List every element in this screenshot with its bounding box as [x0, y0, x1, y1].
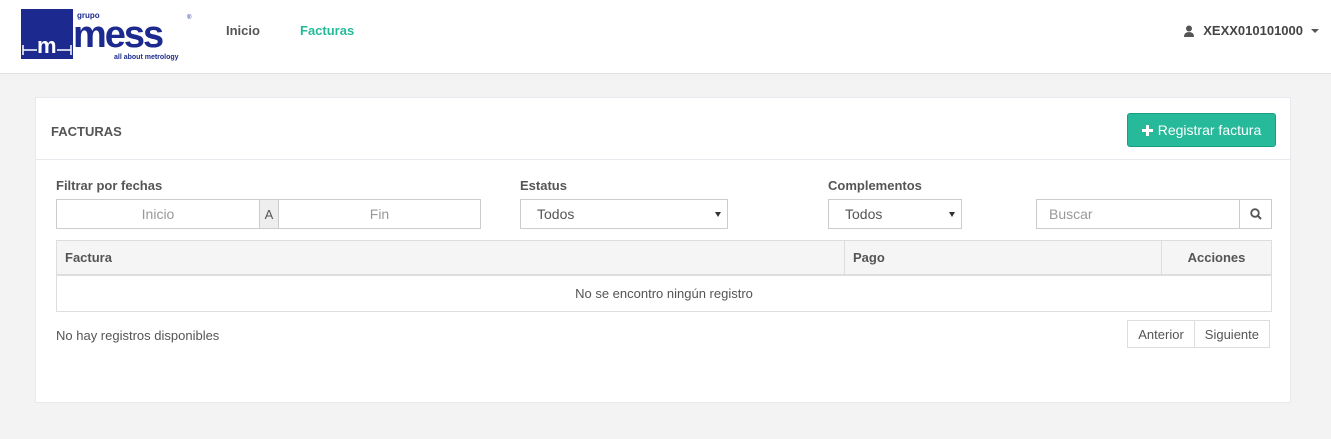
complements-select-value: Todos: [845, 206, 883, 222]
pagination: Anterior Siguiente: [1127, 320, 1270, 348]
company-logo[interactable]: m grupo mess ® all about metrology: [21, 9, 193, 61]
date-end-input[interactable]: Fin: [279, 200, 480, 228]
status-select-value: Todos: [537, 206, 575, 222]
complements-label: Complementos: [828, 178, 922, 193]
panel-title: FACTURAS: [51, 124, 122, 139]
select-arrow-icon: [715, 212, 721, 217]
svg-text:m: m: [37, 33, 57, 58]
nav-facturas[interactable]: Facturas: [300, 23, 354, 38]
table-header: Factura Pago Acciones: [57, 241, 1271, 276]
next-page-button[interactable]: Siguiente: [1194, 320, 1270, 348]
search-icon: [1249, 208, 1262, 220]
empty-table-message: No se encontro ningún registro: [575, 286, 753, 301]
date-range-filter: Inicio A Fin: [56, 199, 481, 229]
divider: [36, 159, 1290, 160]
column-factura[interactable]: Factura: [57, 241, 845, 274]
svg-text:®: ®: [187, 14, 192, 21]
chevron-down-icon: [1311, 28, 1319, 33]
search-button[interactable]: [1239, 200, 1271, 228]
complements-select[interactable]: Todos: [828, 199, 962, 229]
date-start-input[interactable]: Inicio: [57, 200, 259, 228]
records-info: No hay registros disponibles: [56, 328, 220, 343]
user-name: XEXX010101000: [1203, 23, 1303, 38]
register-invoice-button[interactable]: Registrar factura: [1127, 113, 1276, 147]
user-icon: [1184, 25, 1195, 37]
search-box: Buscar: [1036, 199, 1272, 229]
status-label: Estatus: [520, 178, 567, 193]
user-menu[interactable]: XEXX010101000: [1183, 23, 1319, 38]
nav-inicio[interactable]: Inicio: [226, 23, 260, 38]
date-separator: A: [259, 200, 279, 228]
plus-icon: [1141, 124, 1153, 136]
status-select[interactable]: Todos: [520, 199, 728, 229]
date-filter-label: Filtrar por fechas: [56, 178, 163, 193]
register-invoice-label: Registrar factura: [1157, 122, 1262, 138]
column-acciones: Acciones: [1187, 250, 1246, 265]
svg-text:all about metrology: all about metrology: [114, 54, 179, 61]
invoices-table: Factura Pago Acciones No se encontro nin…: [56, 240, 1272, 312]
previous-page-button[interactable]: Anterior: [1127, 320, 1195, 348]
facturas-panel: FACTURAS Registrar factura Filtrar por f…: [35, 97, 1291, 403]
column-pago[interactable]: Pago: [845, 241, 1162, 274]
svg-text:mess: mess: [73, 14, 163, 56]
search-input[interactable]: Buscar: [1037, 200, 1239, 228]
select-arrow-icon: [949, 212, 955, 217]
top-navbar: m grupo mess ® all about metrology Inici…: [0, 0, 1331, 74]
